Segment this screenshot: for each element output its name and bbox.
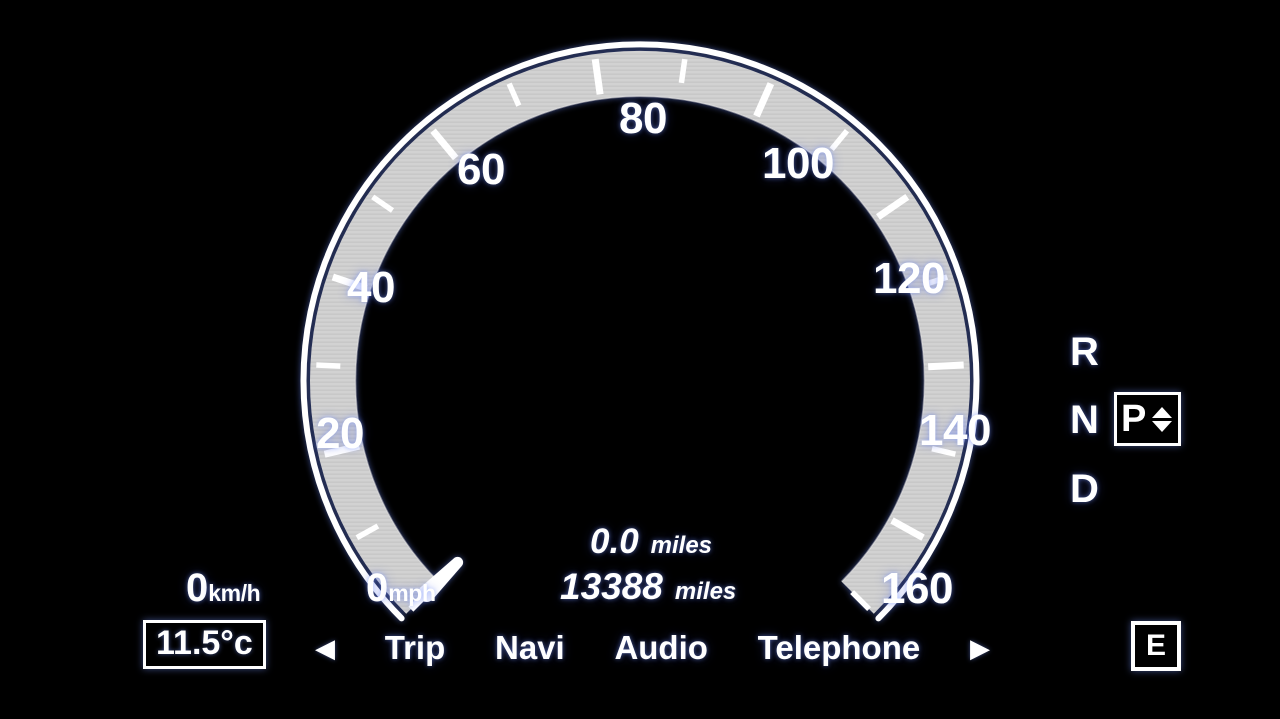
- menu-item-telephone[interactable]: Telephone: [758, 629, 921, 667]
- odometer-row: 13388 miles: [560, 566, 880, 608]
- speed-mph-readout: 0mph: [366, 566, 436, 611]
- scale-label-140: 140: [919, 406, 991, 455]
- speed-mph-value: 0: [366, 566, 389, 610]
- trip-meter-row: 0.0 miles: [560, 522, 880, 562]
- speed-kmh-value: 0: [186, 566, 209, 610]
- gear-position-d: D: [1070, 467, 1099, 511]
- gear-stepper[interactable]: [1152, 406, 1173, 432]
- trip-value: 0.0: [590, 522, 639, 561]
- scale-label-20: 20: [316, 409, 364, 458]
- gear-position-r: R: [1070, 330, 1099, 374]
- bottom-menu-bar: ◀ Trip Navi Audio Telephone ▶: [315, 622, 990, 674]
- outside-temperature-display: 11.5°c: [143, 620, 266, 669]
- left-arrow-icon[interactable]: ◀: [315, 635, 335, 661]
- fuel-empty-indicator: E: [1131, 621, 1181, 671]
- speed-kmh-unit: km/h: [208, 580, 261, 606]
- odometer-block: 0.0 miles 13388 miles: [560, 522, 880, 612]
- odometer-unit: miles: [674, 578, 737, 605]
- gear-position-n: N: [1070, 398, 1099, 442]
- fuel-empty-letter: E: [1145, 629, 1166, 662]
- scale-label-120: 120: [873, 254, 945, 303]
- trip-unit: miles: [650, 532, 713, 559]
- menu-item-navi[interactable]: Navi: [495, 629, 565, 667]
- gear-selector: R N D P: [1066, 330, 1196, 520]
- odometer-value: 13388: [560, 566, 663, 607]
- up-triangle-icon[interactable]: [1152, 406, 1173, 418]
- down-triangle-icon[interactable]: [1152, 420, 1173, 432]
- scale-label-40: 40: [347, 263, 395, 312]
- menu-item-audio[interactable]: Audio: [614, 629, 707, 667]
- speed-mph-unit: mph: [388, 580, 436, 606]
- scale-label-60: 60: [457, 145, 505, 194]
- outside-temperature-value: 11.5°c: [156, 624, 253, 662]
- scale-label-80: 80: [619, 94, 667, 143]
- scale-label-160: 160: [881, 564, 953, 613]
- instrument-cluster: 20 40 60 80 100 120 140 160 0km/h 0mph 0…: [0, 0, 1280, 719]
- selected-gear-letter: P: [1121, 398, 1147, 440]
- menu-item-trip[interactable]: Trip: [385, 629, 446, 667]
- right-arrow-icon[interactable]: ▶: [970, 635, 990, 661]
- speed-kmh-readout: 0km/h: [186, 566, 261, 611]
- selected-gear-box: P: [1114, 392, 1182, 446]
- scale-label-100: 100: [762, 139, 834, 188]
